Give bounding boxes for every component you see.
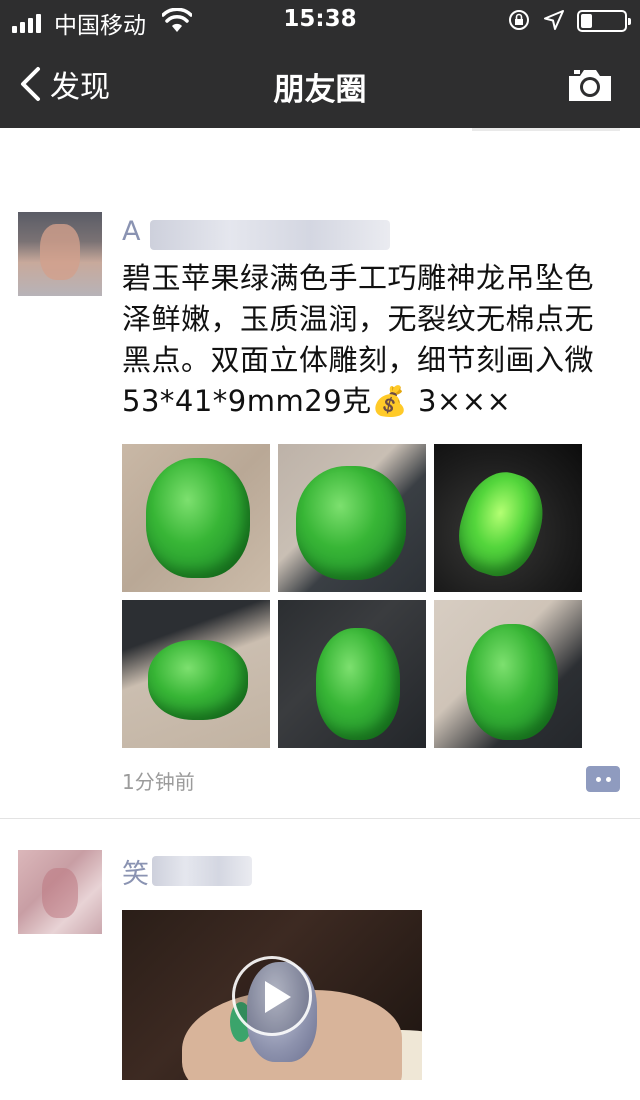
avatar[interactable] — [18, 850, 102, 934]
author-name-blurred — [150, 220, 390, 250]
avatar[interactable] — [18, 212, 102, 296]
comment-button[interactable] — [586, 766, 620, 792]
post-time: 1分钟前 — [122, 770, 195, 794]
post-photo[interactable] — [122, 600, 270, 748]
post-photo[interactable] — [278, 444, 426, 592]
post-text: 碧玉苹果绿满色手工巧雕神龙吊坠色泽鲜嫩，玉质温润，无裂纹无棉点无黑点。双面立体雕… — [122, 261, 595, 418]
post-photo[interactable] — [278, 600, 426, 748]
author-name[interactable]: 笑 — [122, 852, 149, 891]
post-photo[interactable] — [434, 600, 582, 748]
author-name-visible: 笑 — [122, 859, 149, 890]
author-name-blurred — [152, 856, 252, 886]
camera-icon[interactable] — [566, 66, 614, 104]
page-title: 朋友圈 — [273, 72, 367, 108]
photo-grid — [122, 444, 582, 748]
post-divider — [0, 818, 640, 819]
cover-edge — [472, 128, 620, 131]
rotation-lock-icon — [509, 10, 529, 30]
play-icon[interactable] — [232, 956, 312, 1036]
author-name-visible: A — [122, 216, 141, 247]
battery-icon — [577, 10, 631, 32]
post-photo[interactable] — [122, 444, 270, 592]
status-bar: 中国移动 15:38 — [0, 0, 640, 42]
location-arrow-icon — [544, 10, 564, 30]
top-bar: 中国移动 15:38 发现 朋友圈 — [0, 0, 640, 128]
author-name[interactable]: A — [122, 216, 140, 247]
comment-icon — [595, 776, 601, 782]
post-photo[interactable] — [434, 444, 582, 592]
post-video[interactable] — [122, 910, 422, 1080]
